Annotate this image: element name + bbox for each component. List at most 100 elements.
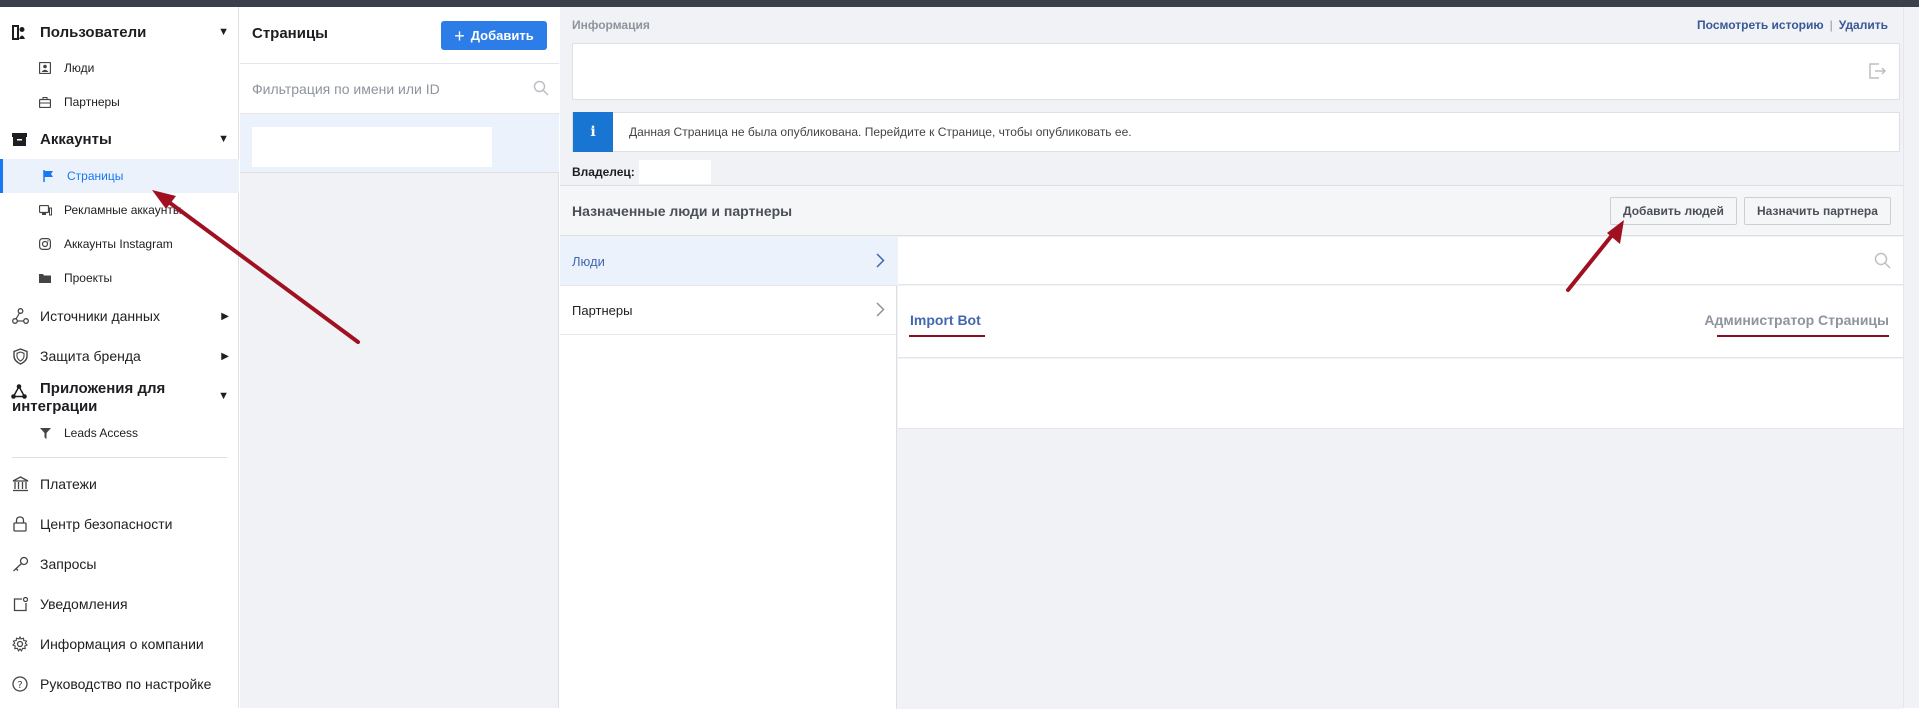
sidebar-item-label: Люди: [64, 61, 95, 75]
sidebar-item-payments[interactable]: Платежи: [0, 467, 239, 501]
caret-right-icon: ▶: [221, 350, 229, 362]
assigned-people-list: Import Bot Администратор Страницы: [898, 237, 1903, 709]
info-section-label: Информация: [572, 18, 650, 32]
chevron-right-icon: [876, 253, 885, 273]
sidebar-item-ad-accounts[interactable]: Рекламные аккаунты: [0, 193, 239, 227]
header-links: Посмотреть историю | Удалить: [1697, 18, 1888, 32]
sidebar-nav-label: Уведомления: [40, 596, 128, 612]
table-row[interactable]: Import Bot Администратор Страницы: [898, 286, 1903, 358]
add-page-button[interactable]: + Добавить: [441, 21, 547, 50]
caret-right-icon: ▶: [221, 310, 229, 322]
sidebar-nav-label: Источники данных: [40, 308, 160, 324]
assigned-header: Назначенные люди и партнеры Добавить люд…: [560, 186, 1903, 236]
table-row-empty: [898, 359, 1903, 429]
sidebar-item-projects[interactable]: Проекты: [0, 261, 239, 295]
sidebar-section-label: Приложения для интеграции: [12, 380, 166, 415]
add-button-label: Добавить: [470, 28, 534, 43]
sidebar-item-company-info[interactable]: Информация о компании: [0, 627, 239, 661]
search-icon[interactable]: [1874, 252, 1891, 274]
pages-filter: [240, 64, 559, 114]
caret-down-icon: ▼: [218, 390, 229, 402]
pages-header: Страницы + Добавить: [240, 7, 559, 64]
search-icon[interactable]: [533, 80, 549, 101]
sidebar-item-setup-guide[interactable]: ? Руководство по настройке: [0, 667, 239, 701]
briefcase-icon: [38, 95, 52, 109]
people-search: [898, 237, 1903, 285]
plus-icon: +: [454, 25, 465, 46]
tab-people[interactable]: Люди: [560, 237, 897, 286]
sidebar: Пользователи ▼ Люди Партнеры Аккаунты ▼ …: [0, 7, 239, 708]
sidebar-section-users[interactable]: Пользователи ▼: [0, 15, 239, 49]
sidebar-section-label: Пользователи: [40, 23, 147, 41]
gear-icon: [11, 635, 29, 653]
scrollbar[interactable]: [1903, 7, 1919, 708]
tab-label: Люди: [572, 253, 605, 269]
svg-text:?: ?: [17, 680, 22, 691]
notification-icon: [11, 595, 29, 613]
pages-filter-input[interactable]: [250, 74, 515, 104]
pages-title: Страницы: [252, 25, 328, 42]
sidebar-item-label: Проекты: [64, 271, 113, 285]
owner-value-redacted: [638, 160, 711, 184]
assigned-title: Назначенные люди и партнеры: [572, 203, 793, 219]
owner-row: Владелец:: [572, 160, 711, 184]
sidebar-item-notifications[interactable]: Уведомления: [0, 587, 239, 621]
add-people-button[interactable]: Добавить людей: [1610, 197, 1737, 225]
tab-label: Партнеры: [572, 302, 633, 318]
top-bar: [0, 0, 1919, 7]
sidebar-item-brand-safety[interactable]: Защита бренда ▶: [0, 339, 239, 373]
list-item[interactable]: [240, 115, 559, 173]
assigned-section: Назначенные люди и партнеры Добавить люд…: [560, 185, 1919, 709]
flag-icon: [41, 169, 55, 183]
sidebar-nav-label: Запросы: [40, 556, 97, 572]
chevron-right-icon: [876, 302, 885, 322]
sidebar-item-instagram[interactable]: Аккаунты Instagram: [0, 227, 239, 261]
help-icon: ?: [11, 675, 29, 693]
sidebar-section-integrations[interactable]: Приложения для интеграции ▼: [0, 377, 239, 421]
open-external-icon[interactable]: [1867, 61, 1887, 86]
caret-down-icon: ▼: [218, 26, 229, 38]
sidebar-item-partners[interactable]: Партнеры: [0, 85, 239, 119]
annotation-underline: [909, 335, 985, 337]
sidebar-nav-label: Руководство по настройке: [40, 676, 212, 692]
page-details: Информация Посмотреть историю | Удалить …: [560, 7, 1919, 709]
bank-icon: [11, 475, 29, 493]
lock-icon: [11, 515, 29, 533]
assigned-tabs: Люди Партнеры: [560, 237, 897, 709]
key-icon: [11, 555, 29, 573]
archive-box-icon: [11, 131, 27, 147]
users-icon: [11, 24, 27, 40]
sidebar-item-pages[interactable]: Страницы: [0, 159, 239, 193]
assign-partner-button[interactable]: Назначить партнера: [1744, 197, 1891, 225]
sidebar-item-label: Партнеры: [64, 95, 120, 109]
data-sources-icon: [11, 307, 29, 325]
owner-label: Владелец:: [572, 165, 635, 179]
info-icon: i: [573, 112, 613, 152]
sidebar-item-label: Страницы: [67, 169, 124, 183]
people-search-input[interactable]: [908, 246, 1858, 276]
shield-icon: [11, 347, 29, 365]
pages-panel: Страницы + Добавить: [240, 7, 559, 708]
sidebar-item-requests[interactable]: Запросы: [0, 547, 239, 581]
page-name-redacted: [252, 127, 492, 167]
info-box: [572, 43, 1900, 100]
view-history-link[interactable]: Посмотреть историю: [1697, 18, 1824, 32]
person-role: Администратор Страницы: [1704, 312, 1889, 328]
sidebar-item-label: Рекламные аккаунты: [64, 203, 182, 217]
sidebar-section-label: Аккаунты: [40, 130, 112, 148]
tab-partners[interactable]: Партнеры: [560, 286, 897, 335]
instagram-icon: [38, 237, 52, 251]
person-name-link[interactable]: Import Bot: [910, 312, 981, 328]
delete-link[interactable]: Удалить: [1839, 18, 1888, 32]
sidebar-divider: [12, 457, 227, 458]
sidebar-section-accounts[interactable]: Аккаунты ▼: [0, 122, 239, 156]
sidebar-item-people[interactable]: Люди: [0, 51, 239, 85]
unpublished-notice: i Данная Страница не была опубликована. …: [572, 112, 1900, 152]
caret-down-icon: ▼: [218, 133, 229, 145]
sidebar-item-data-sources[interactable]: Источники данных ▶: [0, 299, 239, 333]
sidebar-item-leads-access[interactable]: Leads Access: [0, 416, 239, 450]
folder-icon: [38, 271, 52, 285]
sidebar-nav-label: Платежи: [40, 476, 97, 492]
sidebar-item-security[interactable]: Центр безопасности: [0, 507, 239, 541]
person-card-icon: [38, 61, 52, 75]
